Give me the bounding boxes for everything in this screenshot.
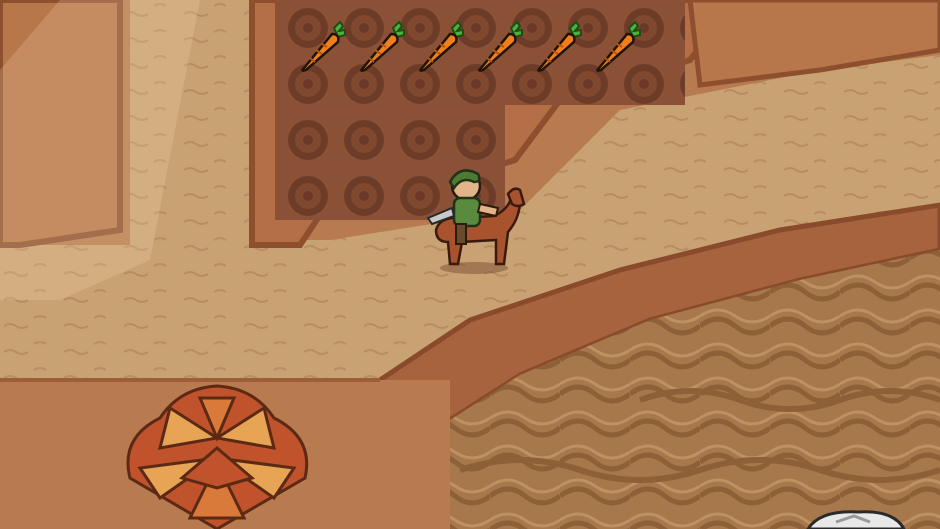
carrot-icon	[478, 20, 523, 72]
carrot-meter	[296, 20, 644, 76]
carrot-icon	[596, 20, 641, 72]
carrot-icon	[301, 20, 346, 72]
corner-button[interactable]	[800, 500, 940, 529]
carrot-icon	[419, 20, 464, 72]
autumn-bush	[126, 384, 309, 529]
carrot-icon	[360, 20, 405, 72]
player-on-horse	[426, 169, 526, 274]
carrot-icon	[537, 20, 582, 72]
